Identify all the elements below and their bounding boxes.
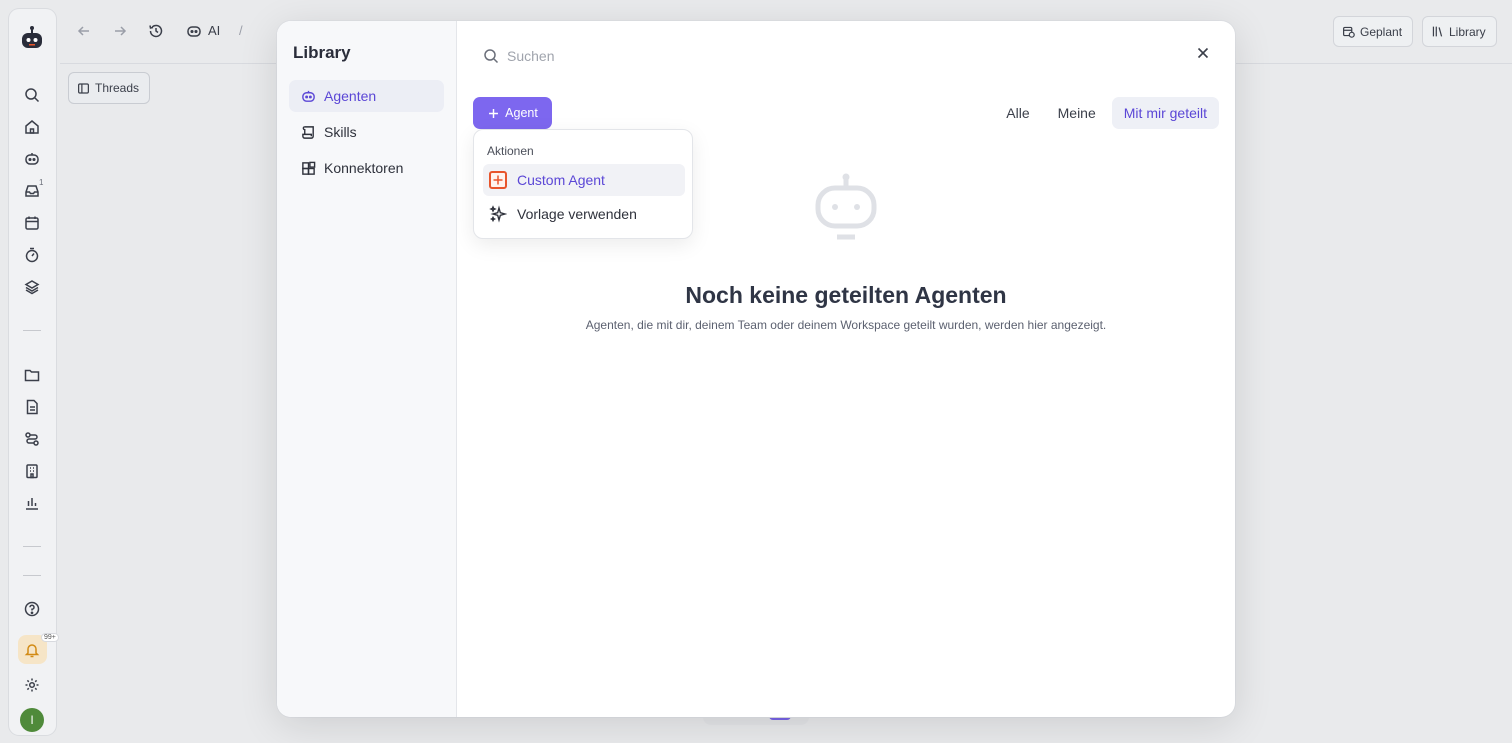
agent-actions-menu: Aktionen Custom Agent Vorlage verwenden xyxy=(473,129,693,239)
scroll-icon xyxy=(302,125,314,139)
menu-item-label: Custom Agent xyxy=(517,172,605,188)
geplant-button[interactable]: Geplant xyxy=(1333,16,1414,47)
tab-meine[interactable]: Meine xyxy=(1046,97,1108,129)
help-icon[interactable] xyxy=(24,601,40,617)
filter-tabs: Alle Meine Mit mir geteilt xyxy=(994,97,1219,129)
calendar-icon[interactable] xyxy=(24,215,40,231)
threads-label: Threads xyxy=(95,81,140,95)
sparkles-icon xyxy=(489,205,507,223)
library-icon xyxy=(1432,26,1443,37)
gear-icon[interactable] xyxy=(24,677,40,693)
inbox-icon[interactable] xyxy=(24,183,40,199)
chart-icon[interactable] xyxy=(24,495,40,511)
search-icon[interactable] xyxy=(24,87,40,103)
robot-icon[interactable] xyxy=(24,151,40,167)
plus-icon xyxy=(489,108,499,118)
empty-state-title: Noch keine geteilten Agenten xyxy=(685,282,1007,308)
inbox-badge: 1 xyxy=(39,178,44,187)
search-icon xyxy=(484,49,499,64)
app-logo-icon[interactable] xyxy=(20,25,44,51)
sidebar-item-label: Skills xyxy=(324,124,357,140)
menu-item-vorlage-verwenden[interactable]: Vorlage verwenden xyxy=(483,198,685,230)
library-modal: Library Agenten Skills Konnektoren Agent… xyxy=(277,21,1235,717)
layers-icon[interactable] xyxy=(24,279,40,295)
folder-icon[interactable] xyxy=(24,367,40,383)
menu-item-label: Vorlage verwenden xyxy=(517,206,637,222)
sidebar-item-konnektoren[interactable]: Konnektoren xyxy=(289,152,444,184)
history-icon[interactable] xyxy=(148,23,164,39)
sidebar-item-agenten[interactable]: Agenten xyxy=(289,80,444,112)
library-label: Library xyxy=(1449,24,1486,39)
document-icon[interactable] xyxy=(24,399,40,415)
empty-robot-icon xyxy=(813,171,879,241)
library-sidebar: Library Agenten Skills Konnektoren xyxy=(277,21,457,717)
rail-divider xyxy=(23,330,41,331)
sidebar-item-skills[interactable]: Skills xyxy=(289,116,444,148)
search-bar xyxy=(483,48,1107,64)
blocks-icon xyxy=(302,161,316,175)
bell-icon[interactable] xyxy=(24,642,40,658)
sidebar-toggle-icon xyxy=(78,82,89,94)
back-arrow-icon[interactable] xyxy=(76,23,92,39)
empty-state-subtitle: Agenten, die mit dir, deinem Team oder d… xyxy=(585,318,1107,332)
home-icon[interactable] xyxy=(24,119,40,135)
sidebar-item-label: Agenten xyxy=(324,88,377,104)
tab-alle[interactable]: Alle xyxy=(994,97,1041,129)
add-agent-label: Agent xyxy=(505,106,538,120)
avatar[interactable]: I xyxy=(20,708,44,732)
rail-divider xyxy=(23,575,41,576)
library-title: Library xyxy=(293,43,351,62)
library-main: Agent Alle Meine Mit mir geteilt Noch ke… xyxy=(457,21,1235,717)
library-button[interactable]: Library xyxy=(1422,16,1497,47)
timer-icon[interactable] xyxy=(24,247,40,263)
tab-mit-mir-geteilt[interactable]: Mit mir geteilt xyxy=(1111,97,1219,129)
calendar-clock-icon xyxy=(1343,26,1355,38)
workflow-icon[interactable] xyxy=(24,431,40,447)
notifications-badge: 99+ xyxy=(41,633,59,642)
breadcrumb-ai[interactable]: AI xyxy=(208,23,220,38)
menu-section-label: Aktionen xyxy=(487,144,534,158)
plus-square-icon xyxy=(489,171,507,189)
forward-arrow-icon[interactable] xyxy=(112,23,128,39)
menu-item-custom-agent[interactable]: Custom Agent xyxy=(483,164,685,196)
app-rail: 1 99+ I xyxy=(9,9,59,735)
search-input[interactable] xyxy=(507,48,1107,64)
add-agent-button[interactable]: Agent xyxy=(473,97,552,129)
close-icon[interactable] xyxy=(1195,45,1211,61)
sidebar-item-label: Konnektoren xyxy=(324,160,404,176)
robot-icon xyxy=(302,90,315,102)
building-icon[interactable] xyxy=(24,463,40,479)
rail-divider xyxy=(23,546,41,547)
breadcrumb-separator: / xyxy=(239,23,243,38)
robot-icon xyxy=(186,23,202,39)
geplant-label: Geplant xyxy=(1360,24,1403,39)
threads-button[interactable]: Threads xyxy=(68,72,151,104)
